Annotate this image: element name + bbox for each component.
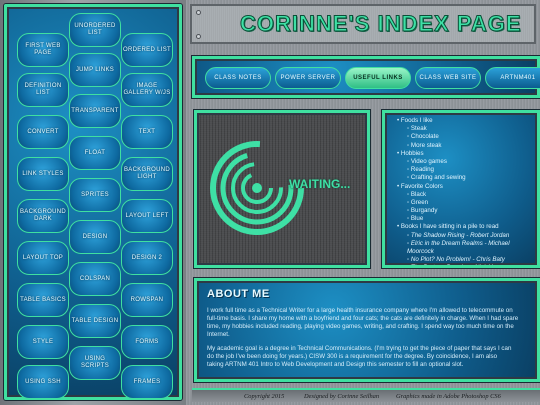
about-line: full-time basis. I share my home with a … [207, 315, 519, 323]
list-category: Hobbies [397, 150, 537, 158]
nav-class-web-site[interactable]: Class Web Site [415, 67, 481, 89]
about-paragraph-1: I work full time as a Technical Writer f… [207, 307, 537, 339]
about-paragraph-2: My academic goal is a degree in Technica… [207, 345, 537, 369]
about-line: My academic goal is a degree in Technica… [207, 345, 512, 353]
nav-artnm401[interactable]: ARTNM401 [485, 67, 540, 89]
likes-list-panel: Foods I likeSteakChocolateMore steakHobb… [382, 110, 540, 268]
about-line: Internet. [207, 331, 230, 339]
sidebar-item-layout-top[interactable]: Layout Top [17, 241, 69, 275]
list-item: Elric in the Dream Realms - Michael Moor… [397, 240, 537, 256]
list-item: Blue [397, 215, 537, 223]
sidebar-item-table-design[interactable]: Table Design [69, 304, 121, 338]
sidebar-item-float[interactable]: Float [69, 136, 121, 170]
sidebar-item-design-2[interactable]: Design 2 [121, 241, 173, 275]
sidebar-item-jump-links[interactable]: Jump Links [69, 53, 121, 87]
list-item: Steak [397, 125, 537, 133]
sidebar-item-style[interactable]: Style [17, 325, 69, 359]
about-me-heading: About Me [207, 288, 270, 300]
sidebar-item-text[interactable]: Text [121, 115, 173, 149]
sidebar-item-definition-list[interactable]: Definition List [17, 73, 69, 107]
list-item: Chocolate [397, 133, 537, 141]
loading-image-panel: Waiting... [194, 110, 370, 268]
sidebar-item-background-light[interactable]: Background Light [121, 157, 173, 191]
list-item: More steak [397, 142, 537, 150]
about-me-text: I work full time as a Technical Writer f… [207, 307, 537, 375]
sidebar-item-transparent[interactable]: Transparent [69, 94, 121, 128]
nav-power-server[interactable]: Power Server [275, 67, 341, 89]
about-line: do the job I've been doing for years.) C… [207, 353, 498, 361]
sidebar-item-link-styles[interactable]: Link Styles [17, 157, 69, 191]
about-line: time, my hobbies included reading, playi… [207, 323, 514, 331]
about-me-panel: About Me I work full time as a Technical… [194, 278, 540, 382]
nav-class-notes[interactable]: Class Notes [205, 67, 271, 89]
sidebar-item-forms[interactable]: Forms [121, 325, 173, 359]
sidebar-item-frames[interactable]: Frames [121, 365, 173, 399]
sidebar-nav: Unordered List First Web Page Ordered Li… [4, 4, 182, 400]
about-line: I work full time as a Technical Writer f… [207, 307, 513, 314]
sidebar-item-sprites[interactable]: Sprites [69, 178, 121, 212]
sidebar-item-using-ssh[interactable]: Using SSH [17, 365, 69, 399]
list-item: The Proteus Paradox - Nick Yee [397, 264, 537, 265]
sidebar-item-design[interactable]: Design [69, 220, 121, 254]
footer-copyright: Copyright 2015 [244, 393, 285, 400]
page-title: Corinne's Index Page [240, 11, 522, 37]
likes-list: Foods I likeSteakChocolateMore steakHobb… [397, 117, 537, 265]
list-item: Crafting and sewing [397, 174, 537, 182]
sidebar-item-image-gallery[interactable]: Image Gallery w/JS [121, 73, 173, 107]
about-line: taking ARTNM 401 Intro to Web Developmen… [207, 361, 464, 369]
footer-designer: Designed by Corinne Seilhan [304, 393, 380, 400]
sidebar-item-using-scripts[interactable]: Using Scripts [69, 346, 121, 380]
waiting-label: Waiting... [289, 177, 351, 191]
list-item: Black [397, 191, 537, 199]
rivet-icon [196, 10, 201, 15]
top-nav: Class Notes Power Server Useful Links Cl… [192, 56, 540, 98]
sidebar-item-table-basics[interactable]: Table Basics [17, 283, 69, 317]
sidebar-item-ordered-list[interactable]: Ordered List [121, 33, 173, 67]
list-item: Burgandy [397, 207, 537, 215]
footer: Copyright 2015 Designed by Corinne Seilh… [192, 388, 540, 402]
list-item: Green [397, 199, 537, 207]
title-bar: Corinne's Index Page [190, 4, 536, 44]
list-item: No Plot? No Problem! - Chris Baty [397, 256, 537, 264]
list-category: Books I have sitting in a pile to read [397, 223, 537, 231]
sidebar-item-unordered-list[interactable]: Unordered List [69, 13, 121, 47]
sidebar-item-colspan[interactable]: Colspan [69, 262, 121, 296]
sidebar-item-convert[interactable]: Convert [17, 115, 69, 149]
footer-graphics: Graphics made in Adobe Photoshop CS6 [396, 393, 501, 400]
list-category: Favorite Colors [397, 183, 537, 191]
sidebar-item-background-dark[interactable]: Background Dark [17, 199, 69, 233]
rivet-icon [196, 34, 201, 39]
nav-useful-links[interactable]: Useful Links [345, 67, 411, 89]
sidebar-item-layout-left[interactable]: Layout Left [121, 199, 173, 233]
list-item: Reading [397, 166, 537, 174]
sidebar-item-first-web-page[interactable]: First Web Page [17, 33, 69, 67]
list-item: Video games [397, 158, 537, 166]
list-item: The Shadow Rising - Robert Jordan [397, 232, 537, 240]
list-category: Foods I like [397, 117, 537, 125]
sidebar-item-rowspan[interactable]: Rowspan [121, 283, 173, 317]
